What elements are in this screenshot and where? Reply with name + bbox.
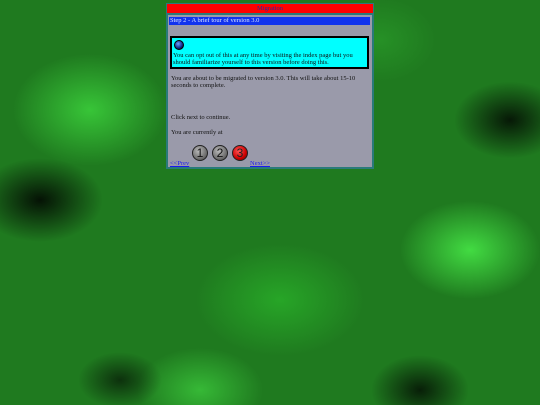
info-text: You can opt out of this at any time by v…	[173, 52, 353, 66]
info-box: You can opt out of this at any time by v…	[170, 36, 369, 69]
migration-description: You are about to be migrated to version …	[171, 75, 356, 89]
step-3-indicator: 3	[232, 145, 248, 161]
current-step-label: You are currently at	[171, 129, 223, 136]
step-2-indicator: 2	[212, 145, 228, 161]
wizard-panel: Step 2 - A brief tour of version 3.0 You…	[168, 15, 372, 167]
step-1-indicator: 1	[192, 145, 208, 161]
prev-link[interactable]: <<Prev	[170, 160, 189, 167]
next-link[interactable]: Next>>	[250, 160, 270, 167]
migration-window: Migration Step 2 - A brief tour of versi…	[166, 3, 374, 169]
step-title: Step 2 - A brief tour of version 3.0	[169, 17, 370, 25]
info-orb-icon	[174, 40, 184, 50]
window-title: Migration	[167, 4, 373, 13]
continue-instruction: Click next to continue.	[171, 114, 231, 121]
